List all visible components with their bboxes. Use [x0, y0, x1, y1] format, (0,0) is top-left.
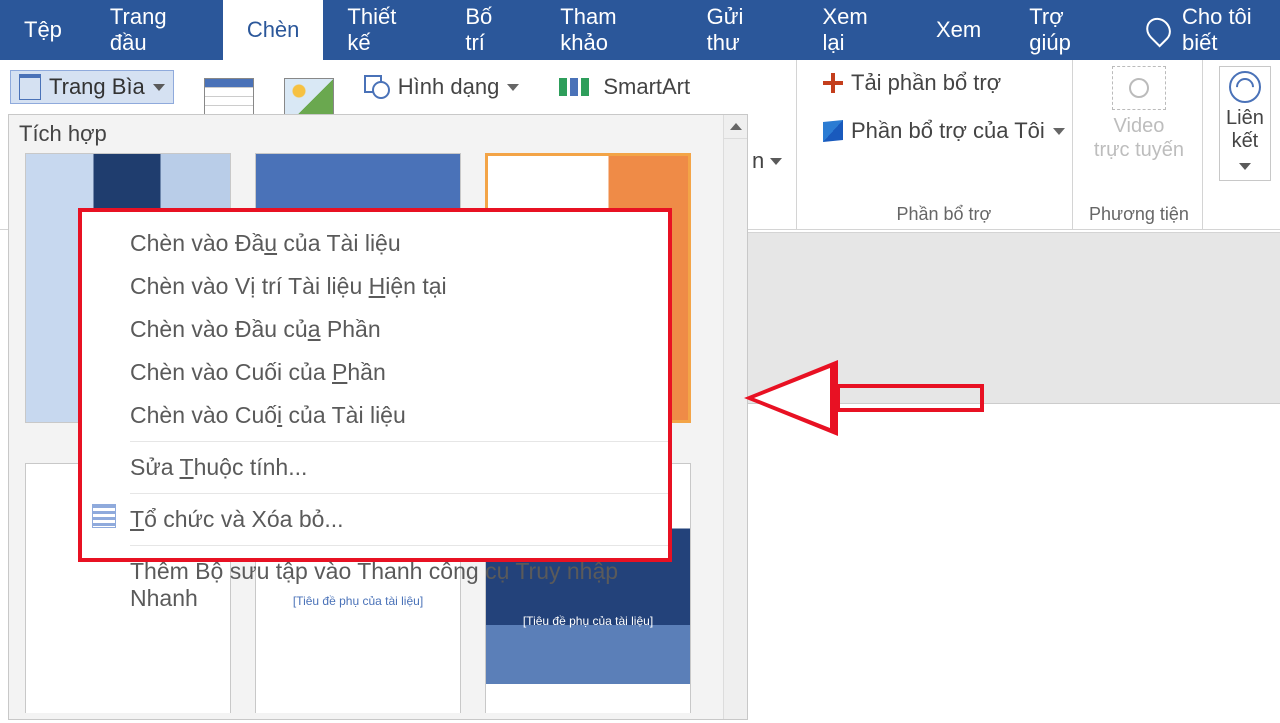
smartart-icon [559, 78, 589, 96]
chevron-down-icon [1239, 163, 1251, 170]
chevron-down-icon [153, 84, 165, 91]
smartart-button[interactable]: SmartArt [549, 70, 700, 104]
document-page[interactable] [748, 403, 1280, 723]
link-button[interactable]: Liên kết [1219, 66, 1271, 181]
table-button[interactable] [204, 78, 254, 116]
media-group-label: Phương tiện [1089, 204, 1189, 225]
get-addins-button[interactable]: Tải phần bổ trợ [813, 66, 1011, 100]
store-icon [823, 73, 843, 93]
chevron-down-icon [507, 84, 519, 91]
gallery-section-header: Tích hợp [9, 115, 747, 153]
shapes-icon [364, 75, 390, 99]
online-video-button[interactable]: Videotrực tuyến [1094, 114, 1184, 162]
online-video-icon [1112, 66, 1166, 110]
link-icon [1229, 71, 1261, 103]
tab-design[interactable]: Thiết kế [323, 0, 441, 60]
menu-add-to-qat[interactable]: Thêm Bộ sưu tập vào Thanh công cụ Truy n… [130, 550, 668, 620]
menu-insert-begin-doc[interactable]: Chèn vào Đầu của Tài liệu [130, 222, 668, 265]
tab-view[interactable]: Xem [912, 0, 1005, 60]
tab-file[interactable]: Tệp [0, 0, 86, 60]
tab-insert[interactable]: Chèn [223, 0, 324, 60]
cover-page-button[interactable]: Trang Bìa [10, 70, 174, 104]
shapes-label: Hình dạng [398, 74, 500, 100]
tell-me[interactable]: Cho tôi biết [1127, 0, 1280, 60]
tab-layout[interactable]: Bố trí [441, 0, 536, 60]
page-icon [19, 74, 41, 100]
menu-insert-begin-section[interactable]: Chèn vào Đầu của Phần [130, 308, 668, 351]
menu-organize-delete[interactable]: Tổ chức và Xóa bỏ... [130, 498, 668, 541]
organize-icon [92, 504, 116, 528]
cover-page-label: Trang Bìa [49, 74, 145, 100]
menu-insert-end-doc[interactable]: Chèn vào Cuối của Tài liệu [130, 394, 668, 437]
tab-review[interactable]: Xem lại [798, 0, 912, 60]
chevron-down-icon [770, 158, 782, 165]
addin-icon [823, 120, 843, 142]
menu-edit-properties[interactable]: Sửa Thuộc tính... [130, 446, 668, 489]
tell-me-label: Cho tôi biết [1182, 4, 1280, 56]
my-addins-button[interactable]: Phần bổ trợ của Tôi [813, 114, 1075, 148]
document-area [748, 232, 1280, 720]
tab-mailings[interactable]: Gửi thư [683, 0, 799, 60]
get-addins-label: Tải phần bổ trợ [851, 70, 1001, 96]
menu-insert-current-pos[interactable]: Chèn vào Vị trí Tài liệu Hiện tại [130, 265, 668, 308]
ribbon-tabs: Tệp Trang đầu Chèn Thiết kế Bố trí Tham … [0, 0, 1280, 60]
addins-group-label: Phần bổ trợ [896, 204, 991, 225]
annotation-arrow [706, 362, 986, 434]
tab-home[interactable]: Trang đầu [86, 0, 223, 60]
shapes-button[interactable]: Hình dạng [354, 70, 530, 104]
my-addins-label: Phần bổ trợ của Tôi [851, 118, 1045, 144]
menu-insert-end-section[interactable]: Chèn vào Cuối của Phần [130, 351, 668, 394]
smartart-label: SmartArt [603, 74, 690, 100]
tab-references[interactable]: Tham khảo [536, 0, 682, 60]
scroll-up-button[interactable] [724, 115, 747, 139]
tab-help[interactable]: Trợ giúp [1005, 0, 1126, 60]
hidden-control-edge: n [752, 148, 782, 174]
lightbulb-icon [1141, 13, 1176, 48]
context-menu: Chèn vào Đầu của Tài liệu Chèn vào Vị tr… [78, 208, 672, 562]
chevron-down-icon [1053, 128, 1065, 135]
